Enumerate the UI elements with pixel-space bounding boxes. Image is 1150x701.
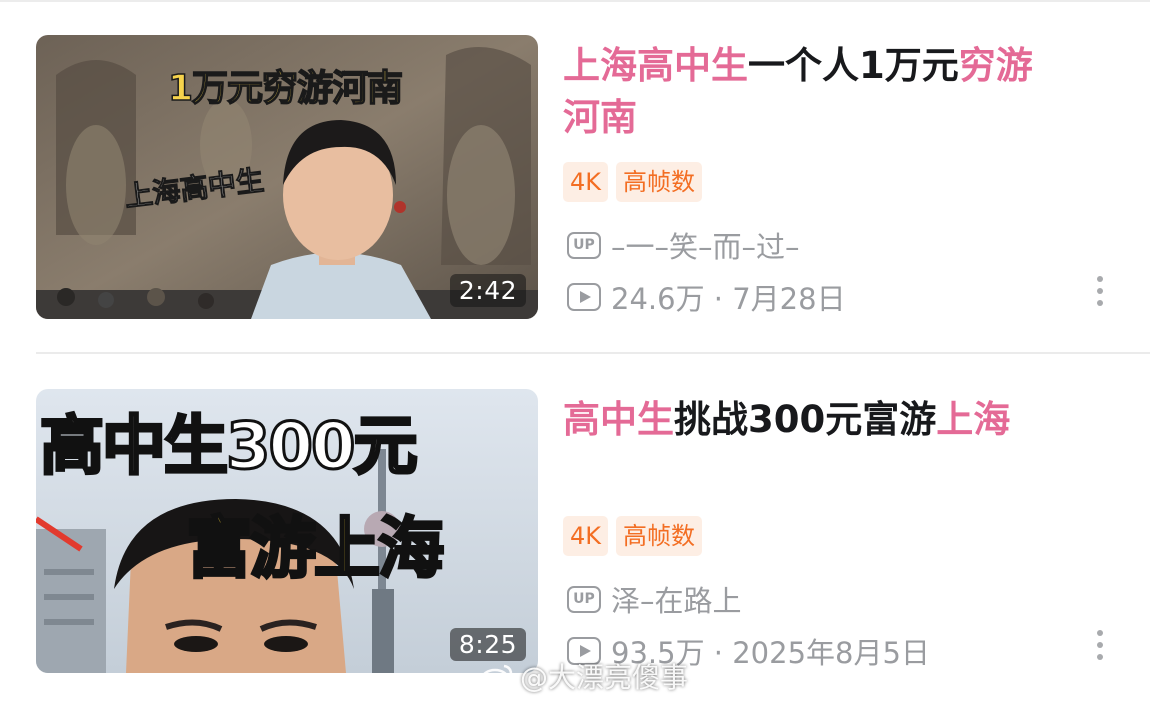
- title-text: 挑战300元富游: [674, 398, 937, 441]
- title-text: 一个人1万元: [748, 44, 959, 87]
- badge-4k: 4K: [563, 162, 609, 202]
- video-thumbnail[interactable]: 高中生300元 富游上海 8:25: [36, 389, 538, 673]
- badge-4k: 4K: [563, 516, 609, 556]
- watermark-text: @大漂亮傻事: [520, 661, 689, 694]
- watermark: @大漂亮傻事: [480, 656, 688, 696]
- up-icon: UP: [567, 585, 601, 613]
- video-thumbnail[interactable]: 1万元穷游河南 上海高中生 2:42: [36, 35, 538, 319]
- video-card[interactable]: 高中生300元 富游上海 8:25 高中生挑战300元富游上海 4K 高帧数 U…: [0, 354, 1150, 701]
- badge-high-fps: 高帧数: [616, 516, 703, 556]
- weibo-logo-icon: [480, 664, 513, 690]
- thumbnail-caption-top: 1万元穷游河南: [167, 67, 404, 110]
- video-card[interactable]: 1万元穷游河南 上海高中生 2:42 上海高中生一个人1万元穷游河南 4K 高帧…: [0, 0, 1150, 352]
- badge-high-fps: 高帧数: [616, 162, 703, 202]
- title-highlight: 河南: [563, 96, 637, 139]
- views-and-date: 24.6万 · 7月28日: [611, 282, 846, 316]
- title-highlight: 穷游: [958, 44, 1033, 87]
- video-title[interactable]: 上海高中生一个人1万元穷游河南: [563, 40, 1103, 144]
- more-vertical-icon[interactable]: [1094, 630, 1106, 660]
- uploader-row[interactable]: UP 泽–在路上: [567, 578, 742, 620]
- thumbnail-caption-top: 高中生300元: [39, 409, 420, 486]
- uploader-name: 泽–在路上: [611, 584, 742, 618]
- video-duration: 2:42: [449, 274, 526, 307]
- play-count-icon: [567, 283, 601, 311]
- stats-row: 24.6万 · 7月28日: [567, 276, 846, 318]
- uploader-name: –一–笑–而–过–: [611, 230, 800, 264]
- title-highlight: 上海: [936, 398, 1011, 441]
- badge-list: 4K 高帧数: [563, 516, 703, 556]
- more-vertical-icon[interactable]: [1094, 276, 1106, 306]
- up-icon: UP: [567, 231, 601, 259]
- thumbnail-caption-side: 富游上海: [185, 509, 446, 589]
- video-title[interactable]: 高中生挑战300元富游上海: [563, 394, 1103, 446]
- uploader-row[interactable]: UP –一–笑–而–过–: [567, 224, 800, 266]
- title-highlight: 高中生: [563, 398, 674, 441]
- badge-list: 4K 高帧数: [563, 162, 703, 202]
- title-highlight: 上海高中生: [563, 44, 748, 87]
